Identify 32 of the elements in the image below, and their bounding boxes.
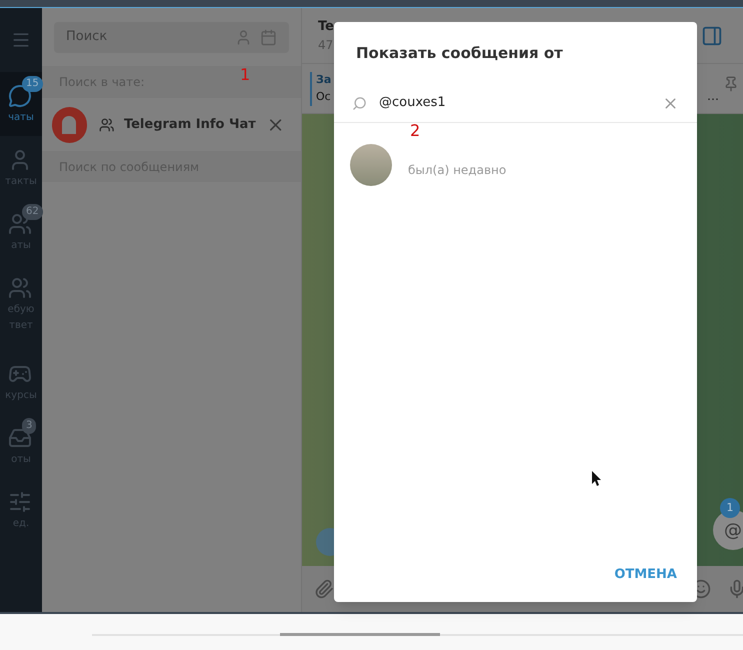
mention-badge: 1: [720, 498, 740, 518]
search-field[interactable]: Поиск: [54, 22, 289, 52]
unread-badge: 15: [22, 76, 43, 92]
member-search-field[interactable]: @couxes1: [334, 84, 697, 122]
unread-badge: 62: [22, 204, 43, 220]
chat-name: Telegram Info Чат: [124, 116, 256, 134]
sliders-icon: [8, 490, 32, 514]
photo-placeholder: [350, 144, 392, 186]
unread-badge: 3: [22, 418, 36, 434]
pinned-text: Ос: [316, 88, 331, 104]
mouse-cursor-icon: [592, 471, 602, 486]
search-placeholder: Поиск: [66, 28, 108, 46]
side-panel-icon[interactable]: [701, 24, 723, 46]
ellipsis-text: …: [707, 88, 719, 104]
search-icon: [352, 96, 367, 110]
calendar-icon[interactable]: [260, 28, 277, 46]
annotation-number: 1: [240, 64, 250, 86]
sidebar-label: чаты: [8, 111, 34, 125]
search-value: @couxes1: [379, 94, 447, 112]
member-status: был(а) недавно: [408, 162, 506, 178]
at-sign-icon: @: [724, 516, 742, 544]
group-icon: [98, 116, 114, 132]
chat-title: Te: [318, 18, 334, 36]
paperclip-icon[interactable]: [314, 579, 334, 599]
people-icon: [8, 276, 32, 300]
mention-button[interactable]: @: [713, 510, 743, 550]
pinned-title: За: [316, 72, 332, 88]
sidebar-item[interactable]: 15 чаты: [0, 72, 42, 136]
person-icon[interactable]: [235, 28, 252, 46]
cancel-button[interactable]: ОТМЕНА: [612, 562, 679, 586]
pin-icon[interactable]: [723, 76, 739, 92]
dialog-title: Показать сообщения от: [355, 43, 564, 64]
